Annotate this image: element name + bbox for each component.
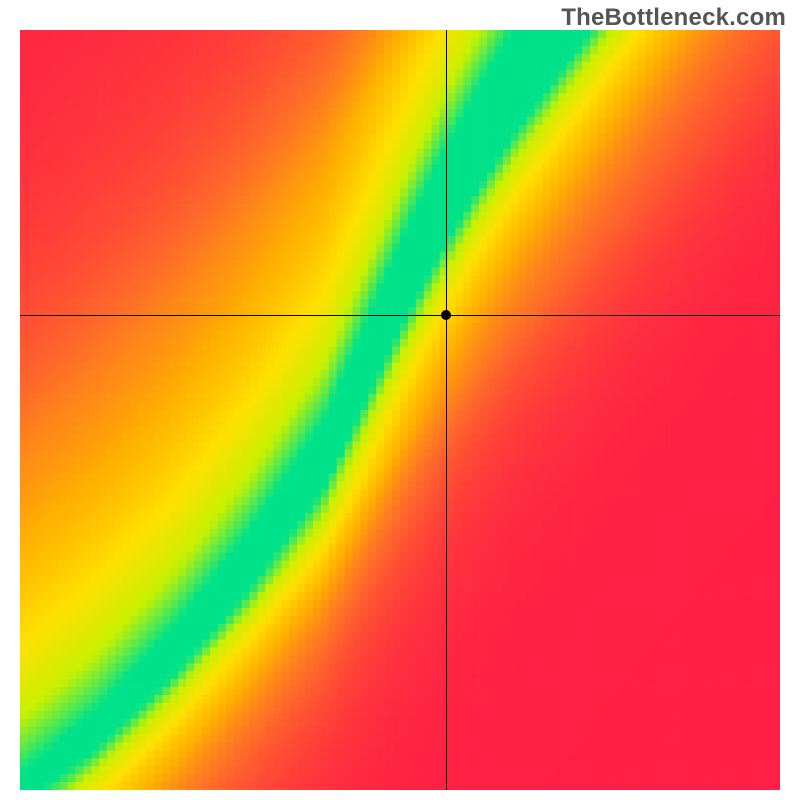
bottleneck-heatmap [20,30,780,790]
watermark-text: TheBottleneck.com [561,4,786,32]
